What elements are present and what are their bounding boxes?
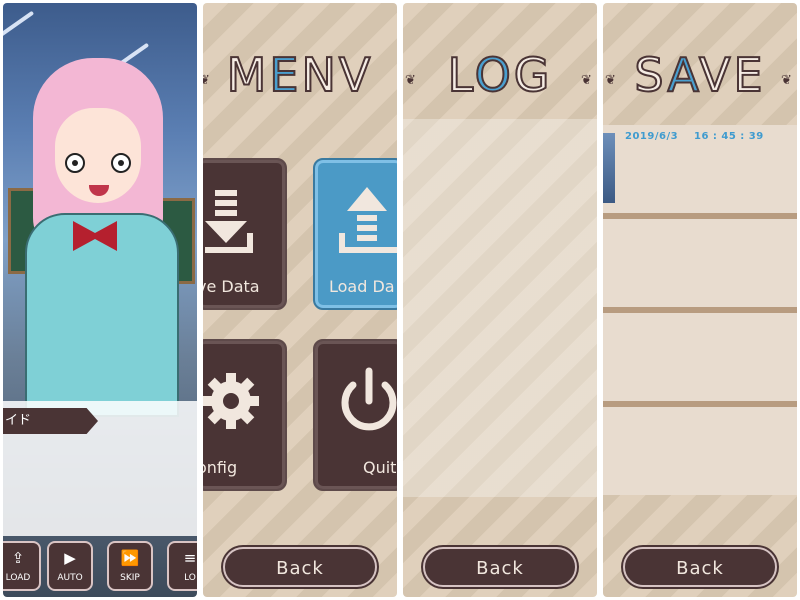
save-slot[interactable]	[603, 219, 797, 307]
log-icon: ≡	[183, 549, 197, 567]
gear-icon	[203, 373, 259, 429]
ceiling-light	[3, 10, 35, 40]
save-slot[interactable]	[603, 313, 797, 401]
load-data-tile[interactable]: Load Da	[313, 158, 397, 310]
load-icon: ⇪	[11, 549, 25, 567]
save-panel: ❦ ❦ SAVE 2019/6/3 16 : 45 : 39 Back	[603, 3, 797, 597]
game-scene-panel: イド ⇪ LOAD ▶ AUTO ⏩ SKIP ≡ LO	[3, 3, 197, 597]
character-eye	[65, 153, 85, 173]
save-slot[interactable]: 2019/6/3 16 : 45 : 39	[603, 125, 797, 213]
back-button[interactable]: Back	[623, 547, 777, 587]
config-tile[interactable]: onfig	[203, 339, 287, 491]
save-timestamp: 2019/6/3 16 : 45 : 39	[625, 131, 764, 142]
skip-button[interactable]: ⏩ SKIP	[107, 541, 153, 591]
menu-panel: ❦ MENV ve Data Load Da nfig Quit Back	[203, 3, 397, 597]
menu-title: MENV	[226, 47, 374, 103]
character-jacket	[25, 213, 179, 417]
speaker-nameplate: イド	[3, 408, 98, 434]
log-title: LOG	[447, 47, 553, 103]
auto-button[interactable]: ▶ AUTO	[47, 541, 93, 591]
log-button[interactable]: ≡ LO	[167, 541, 197, 591]
quit-tile[interactable]: Quit	[313, 339, 397, 491]
log-list[interactable]	[403, 119, 597, 497]
save-title: SAVE	[633, 47, 766, 103]
save-data-tile[interactable]: ve Data	[203, 158, 287, 310]
save-thumbnail	[603, 133, 615, 203]
upload-icon	[339, 187, 397, 253]
load-button[interactable]: ⇪ LOAD	[3, 541, 41, 591]
back-button[interactable]: Back	[423, 547, 577, 587]
character-eye	[111, 153, 131, 173]
play-icon: ▶	[64, 549, 76, 567]
fast-forward-icon: ⏩	[120, 549, 140, 567]
power-icon	[341, 367, 397, 431]
save-slot[interactable]	[603, 407, 797, 495]
download-icon	[205, 190, 253, 253]
back-button[interactable]: Back	[223, 547, 377, 587]
log-panel: ❦ ❦ LOG Back	[403, 3, 597, 597]
